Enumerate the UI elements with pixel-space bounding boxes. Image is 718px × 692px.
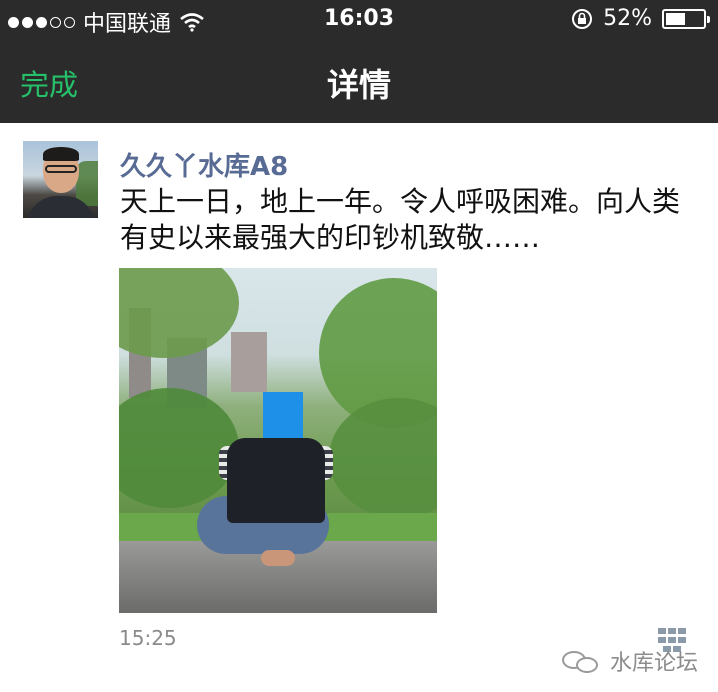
photo-person-feet bbox=[261, 550, 295, 566]
author-name[interactable]: 久久丫水库A8 bbox=[120, 146, 288, 183]
battery-icon bbox=[662, 8, 710, 29]
photo-foliage bbox=[329, 398, 437, 518]
battery-percent: 52% bbox=[603, 6, 652, 31]
post-photo[interactable] bbox=[119, 268, 437, 613]
face-mask-block bbox=[263, 392, 303, 438]
post-timestamp: 15:25 bbox=[119, 626, 177, 650]
status-right: 52% bbox=[571, 6, 710, 31]
page-title: 详情 bbox=[326, 66, 391, 104]
rotation-lock-icon bbox=[572, 8, 593, 29]
photo-person-torso bbox=[227, 438, 325, 523]
photo-foliage bbox=[119, 268, 239, 358]
status-bar: 中国联通 16:03 52% bbox=[0, 0, 718, 40]
nav-bar: 完成 详情 bbox=[0, 40, 718, 123]
watermark: 水库论坛 bbox=[562, 645, 698, 677]
battery-fill bbox=[666, 12, 685, 25]
watermark-text: 水库论坛 bbox=[610, 651, 699, 676]
photo-building bbox=[231, 332, 267, 392]
avatar-hair bbox=[43, 147, 79, 161]
post-text: 天上一日，地上一年。令人呼吸困难。向人类有史以来最强大的印钞机致敬…… bbox=[120, 185, 681, 254]
avatar[interactable] bbox=[23, 141, 98, 218]
avatar-glasses bbox=[45, 165, 77, 173]
wechat-icon bbox=[562, 647, 602, 675]
